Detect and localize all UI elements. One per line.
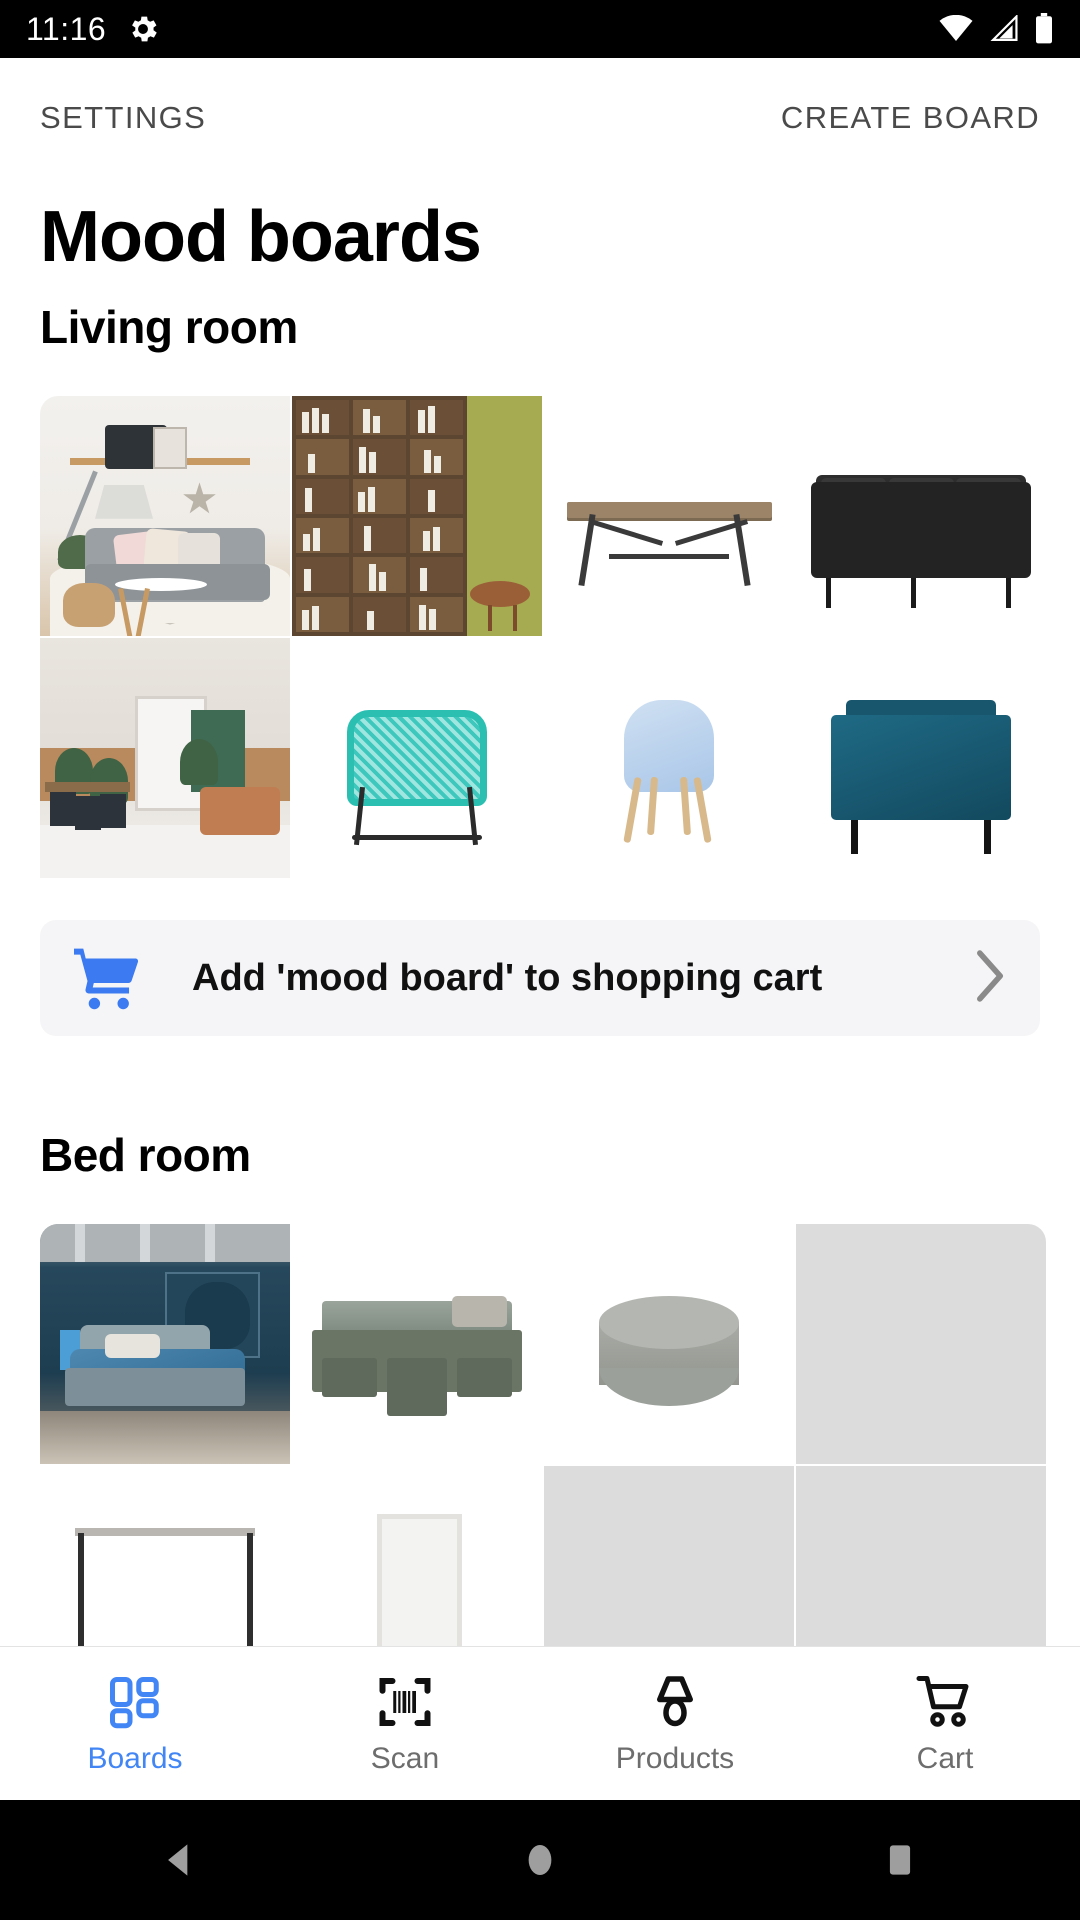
scandinavian-living-room-artwork (40, 396, 290, 636)
turquoise-rattan-chair-artwork (292, 638, 542, 878)
system-home-button[interactable] (480, 1800, 600, 1920)
board-tile-grey-round-pouf-product[interactable] (544, 1224, 794, 1464)
board-tile-teal-velvet-armchair-product[interactable] (796, 638, 1046, 878)
wooden-dining-table-artwork (544, 396, 794, 636)
section-title-living-room: Living room (40, 301, 298, 353)
cart-row-label: Add 'mood board' to shopping cart (192, 956, 823, 999)
board-tile-wooden-dining-table-product[interactable] (544, 396, 794, 636)
board-tile-blue-bedroom-photo[interactable] (40, 1224, 290, 1464)
grey-round-pouf-artwork (544, 1224, 794, 1464)
system-recents-button[interactable] (840, 1800, 960, 1920)
board-tile-light-blue-shell-chair-product[interactable] (544, 638, 794, 878)
wifi-icon (939, 15, 973, 41)
create-board-button[interactable]: CREATE BOARD (781, 100, 1040, 136)
barcode-scan-icon (379, 1677, 431, 1726)
bookcase-olive-wall-artwork (292, 396, 542, 636)
industrial-loft-artwork (40, 638, 290, 878)
home-circle-icon (528, 1844, 552, 1876)
board-tile-olive-bed-with-drawers-product[interactable] (292, 1224, 542, 1464)
phone-screen: 11:16 SETTINGS CREATE BOARD Mood boards (0, 0, 1080, 1920)
app-bar: SETTINGS CREATE BOARD (0, 58, 1080, 178)
boards-grid-icon (110, 1676, 159, 1728)
nav-label-boards: Boards (87, 1741, 183, 1775)
side-table-frame-artwork (40, 1466, 290, 1646)
add-mood-board-to-cart-row[interactable]: Add 'mood board' to shopping cart (40, 920, 1040, 1036)
board-grid-bed-room (40, 1224, 1046, 1646)
board-tile-scandinavian-living-room-photo[interactable] (40, 396, 290, 636)
battery-icon (1036, 13, 1052, 44)
light-blue-shell-chair-artwork (544, 638, 794, 878)
chevron-right-icon (970, 948, 1010, 1009)
nav-item-cart[interactable]: Cart (810, 1672, 1080, 1776)
status-system-icons (938, 13, 1054, 45)
recents-square-icon (889, 1845, 911, 1875)
back-triangle-icon (168, 1844, 188, 1876)
board-tile-loading-placeholder-3[interactable] (796, 1466, 1046, 1646)
olive-bed-artwork (292, 1224, 542, 1464)
system-back-button[interactable] (120, 1800, 240, 1920)
nav-label-scan: Scan (370, 1741, 440, 1775)
table-lamp-icon (657, 1675, 693, 1726)
settings-button[interactable]: SETTINGS (40, 100, 206, 136)
board-tile-industrial-loft-dining-room-photo[interactable] (40, 638, 290, 878)
teal-velvet-armchair-artwork (796, 638, 1046, 878)
page-title: Mood boards (40, 197, 482, 277)
white-shelf-cube-artwork (292, 1466, 542, 1646)
section-title-bed-room: Bed room (40, 1129, 251, 1181)
status-bar: 11:16 (0, 0, 1080, 58)
black-sofa-artwork (796, 396, 1046, 636)
shopping-cart-icon (74, 948, 139, 1010)
shopping-cart-icon (916, 1675, 969, 1727)
nav-item-products[interactable]: Products (540, 1672, 810, 1776)
nav-label-products: Products (615, 1741, 735, 1775)
board-grid-living-room (40, 396, 1046, 878)
android-system-nav (0, 1800, 1080, 1920)
board-tile-loading-placeholder-2[interactable] (544, 1466, 794, 1646)
bottom-navigation-bar: Boards Scan Products Cart (0, 1646, 1080, 1800)
board-tile-white-shelf-cube-product[interactable] (292, 1466, 542, 1646)
status-clock: 11:16 (26, 10, 107, 47)
cellular-signal-icon (990, 15, 1018, 41)
board-tile-wooden-bookcase-olive-wall-photo[interactable] (292, 396, 542, 636)
nav-item-boards[interactable]: Boards (0, 1672, 270, 1776)
blue-bedroom-artwork (40, 1224, 290, 1464)
board-tile-turquoise-rattan-chair-product[interactable] (292, 638, 542, 878)
board-tile-loading-placeholder-1[interactable] (796, 1224, 1046, 1464)
board-tile-side-table-frame-product[interactable] (40, 1466, 290, 1646)
nav-label-cart: Cart (916, 1741, 974, 1775)
boards-scroll-area[interactable]: Living room Add 'mood board' to shopping… (0, 300, 1080, 1646)
nav-item-scan[interactable]: Scan (270, 1672, 540, 1776)
board-tile-black-three-seater-sofa-product[interactable] (796, 396, 1046, 636)
status-notification-icons (126, 12, 160, 46)
gear-icon (132, 16, 157, 42)
